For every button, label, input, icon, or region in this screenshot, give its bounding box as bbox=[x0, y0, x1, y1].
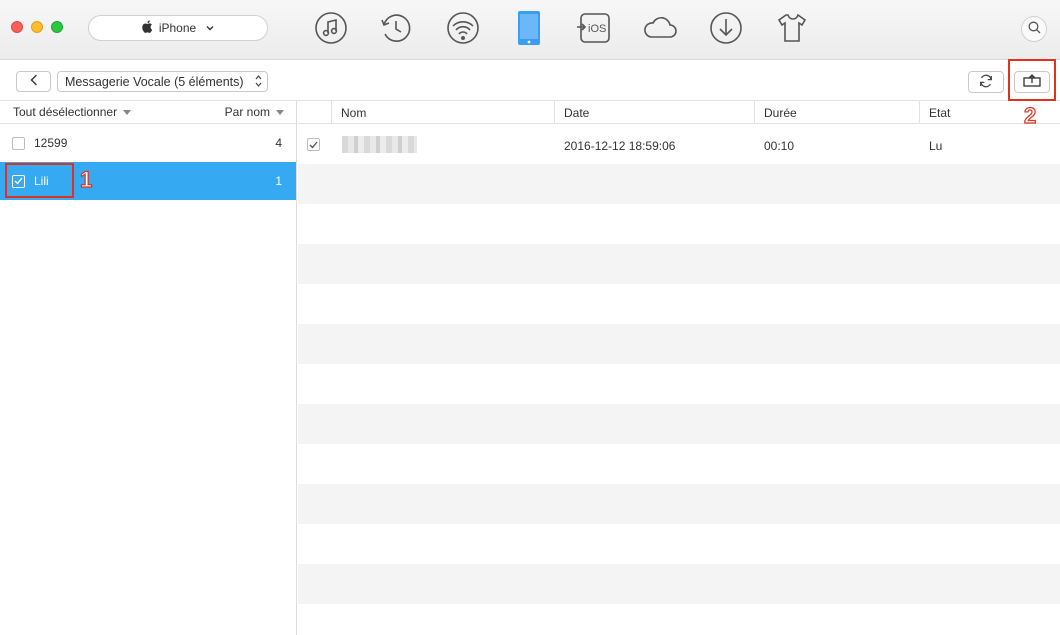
contacts-panel: Tout désélectionner Par nom 12599 4 Lili… bbox=[0, 101, 297, 635]
apple-icon bbox=[142, 20, 153, 36]
blurred-name bbox=[342, 136, 417, 153]
contact-checkbox[interactable] bbox=[12, 136, 25, 150]
app-window: iPhone iOS Messagerie Vocale (5 éléments… bbox=[0, 0, 1060, 635]
caret-down-icon bbox=[276, 110, 284, 116]
to-ios-icon[interactable]: iOS bbox=[576, 10, 612, 46]
empty-row bbox=[298, 204, 1060, 244]
column-status[interactable]: Etat bbox=[919, 101, 1060, 124]
contact-count: 1 bbox=[275, 174, 282, 188]
to-ios-label: iOS bbox=[588, 23, 606, 35]
sort-button[interactable]: Par nom bbox=[225, 105, 284, 119]
phone-icon[interactable] bbox=[511, 10, 547, 46]
step1-callout: 1 bbox=[79, 166, 93, 192]
download-icon[interactable] bbox=[708, 10, 744, 46]
table-row[interactable]: 2016-12-12 18:59:06 00:10 Lu bbox=[298, 124, 1060, 164]
search-button[interactable] bbox=[1021, 16, 1047, 42]
category-select[interactable]: Messagerie Vocale (5 éléments) bbox=[57, 71, 268, 92]
empty-row bbox=[298, 364, 1060, 404]
wifi-icon[interactable] bbox=[445, 10, 481, 46]
checkmark-icon bbox=[309, 141, 318, 148]
zoom-window-button[interactable] bbox=[51, 21, 63, 33]
contacts-header: Tout désélectionner Par nom bbox=[0, 101, 296, 124]
toolbar: iPhone iOS bbox=[0, 0, 1060, 60]
sort-label: Par nom bbox=[224, 105, 270, 119]
deselect-all-button[interactable]: Tout désélectionner bbox=[13, 105, 132, 119]
empty-row bbox=[298, 324, 1060, 364]
deselect-all-label: Tout désélectionner bbox=[13, 105, 118, 119]
voicemail-table: Nom Date Durée Etat 2016-12-12 18:59:06 … bbox=[298, 101, 1060, 635]
empty-row bbox=[298, 404, 1060, 444]
contact-row[interactable]: 12599 4 bbox=[0, 124, 296, 162]
row-status: Lu bbox=[929, 139, 943, 153]
updown-arrows-icon bbox=[255, 74, 262, 89]
empty-row bbox=[298, 484, 1060, 524]
column-duration[interactable]: Durée bbox=[754, 101, 920, 124]
back-button[interactable] bbox=[16, 71, 51, 92]
minimize-window-button[interactable] bbox=[31, 21, 43, 33]
empty-row bbox=[298, 164, 1060, 204]
column-status-label: Etat bbox=[929, 105, 951, 120]
empty-row bbox=[298, 564, 1060, 604]
refresh-button[interactable] bbox=[968, 71, 1004, 93]
checkmark-icon bbox=[14, 177, 23, 185]
empty-row bbox=[298, 444, 1060, 484]
chevron-left-icon bbox=[30, 74, 38, 89]
music-icon[interactable] bbox=[313, 10, 349, 46]
column-date-label: Date bbox=[564, 105, 590, 120]
table-header: Nom Date Durée Etat bbox=[298, 101, 1060, 124]
column-duration-label: Durée bbox=[764, 105, 797, 120]
cloud-icon[interactable] bbox=[642, 10, 678, 46]
caret-down-icon bbox=[123, 110, 132, 116]
row-date: 2016-12-12 18:59:06 bbox=[564, 139, 676, 153]
tshirt-icon[interactable] bbox=[774, 10, 810, 46]
category-label: Messagerie Vocale (5 éléments) bbox=[65, 74, 244, 89]
column-name[interactable]: Nom bbox=[331, 101, 555, 124]
contact-checkbox[interactable] bbox=[12, 174, 25, 188]
table-body: 2016-12-12 18:59:06 00:10 Lu bbox=[298, 124, 1060, 635]
contact-count: 4 bbox=[275, 136, 282, 150]
step2-callout: 2 bbox=[1023, 102, 1037, 128]
history-icon[interactable] bbox=[378, 10, 414, 46]
column-name-label: Nom bbox=[341, 105, 367, 120]
empty-row bbox=[298, 244, 1060, 284]
device-selector[interactable]: iPhone bbox=[88, 15, 268, 41]
contact-name: Lili bbox=[34, 174, 49, 188]
export-to-computer-button[interactable] bbox=[1014, 71, 1050, 93]
contact-name: 12599 bbox=[34, 136, 68, 150]
row-checkbox[interactable] bbox=[307, 138, 320, 151]
device-name: iPhone bbox=[158, 21, 197, 35]
empty-row bbox=[298, 604, 1060, 635]
refresh-icon bbox=[979, 74, 993, 91]
search-icon bbox=[1028, 21, 1041, 37]
export-icon bbox=[1023, 74, 1041, 90]
contact-row-selected[interactable]: Lili 1 bbox=[0, 162, 296, 200]
empty-row bbox=[298, 284, 1060, 324]
chevron-down-icon bbox=[206, 23, 214, 33]
category-bar: Messagerie Vocale (5 éléments) bbox=[0, 61, 1060, 101]
close-window-button[interactable] bbox=[11, 21, 23, 33]
empty-row bbox=[298, 524, 1060, 564]
row-duration: 00:10 bbox=[764, 139, 795, 153]
column-date[interactable]: Date bbox=[554, 101, 755, 124]
